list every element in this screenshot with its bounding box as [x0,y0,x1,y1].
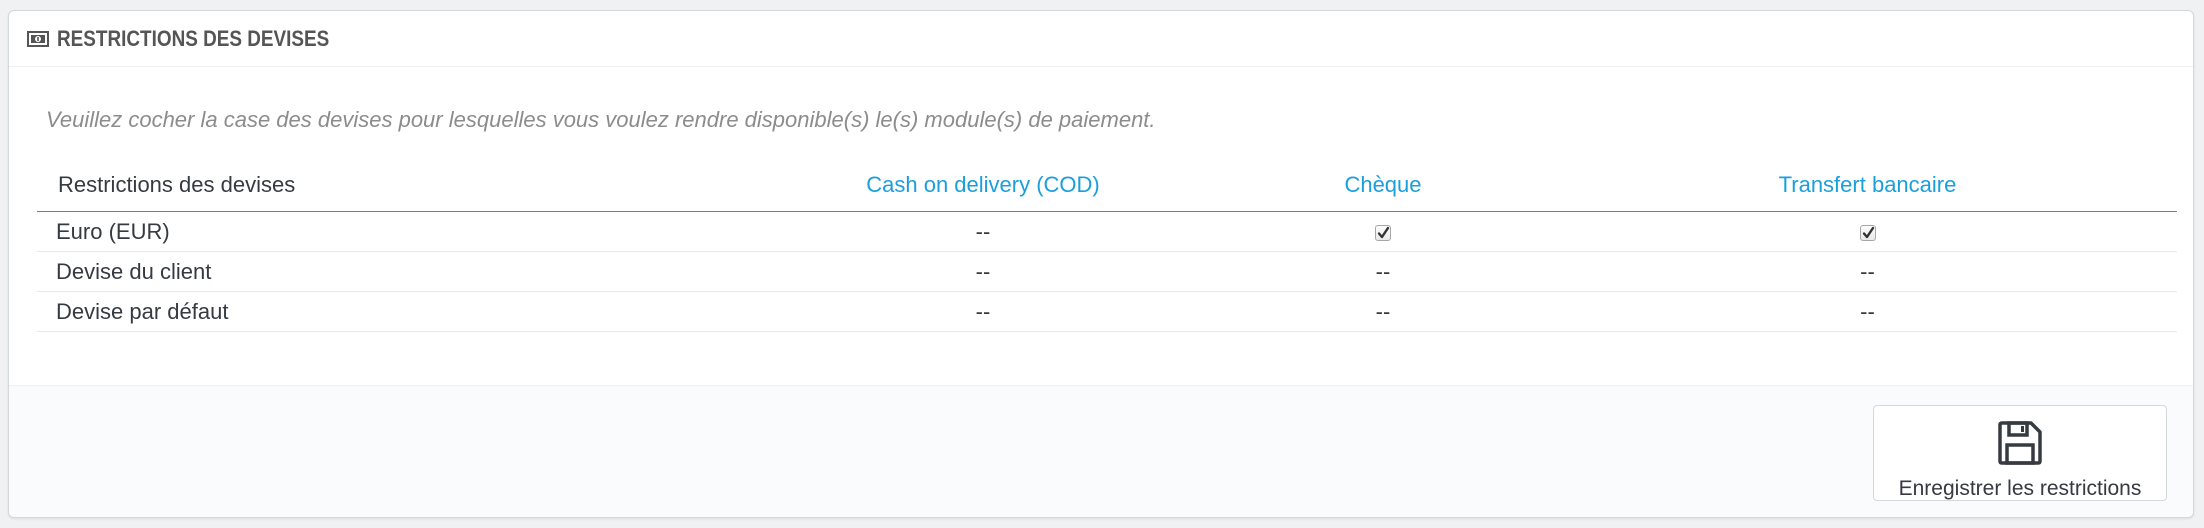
cell-euro-cheque [1208,211,1558,252]
help-text: Veuillez cocher la case des devises pour… [46,107,1156,132]
cell-client-cheque: -- [1208,251,1558,292]
currency-restrictions-panel: RESTRICTIONS DES DEVISES Veuillez cocher… [8,10,2194,518]
table-row: Devise du client -- -- -- [37,251,2177,292]
panel-title: RESTRICTIONS DES DEVISES [57,25,330,51]
restrictions-table: Restrictions des devises Cash on deliver… [37,159,2177,332]
cell-euro-cod: -- [758,211,1208,252]
cell-client-bank-transfer: -- [1558,251,2177,292]
cell-default-cheque: -- [1208,291,1558,332]
column-header-cod[interactable]: Cash on delivery (COD) [758,159,1208,212]
column-header-restrictions: Restrictions des devises [37,159,758,212]
cell-default-bank-transfer: -- [1558,291,2177,332]
save-button-label: Enregistrer les restrictions [1898,477,2142,500]
table-header-row: Restrictions des devises Cash on deliver… [37,159,2177,212]
panel-footer: Enregistrer les restrictions [9,385,2193,517]
row-label-default-currency: Devise par défaut [37,291,758,332]
checkmark-icon [1862,226,1874,238]
cell-euro-bank-transfer [1558,211,2177,252]
cell-default-cod: -- [758,291,1208,332]
checkbox-euro-bank-transfer[interactable] [1859,224,1876,241]
cell-client-cod: -- [758,251,1208,292]
panel-heading: RESTRICTIONS DES DEVISES [9,11,2193,67]
row-label-client-currency: Devise du client [37,251,758,292]
table-row: Devise par défaut -- -- -- [37,291,2177,332]
checkbox-euro-cheque[interactable] [1375,224,1391,241]
save-icon [1997,420,2043,471]
money-icon [25,26,51,52]
row-label-euro: Euro (EUR) [37,211,758,252]
checkmark-icon [1377,226,1390,238]
column-header-cheque[interactable]: Chèque [1208,159,1558,212]
save-restrictions-button[interactable]: Enregistrer les restrictions [1873,405,2167,501]
column-header-bank-transfer[interactable]: Transfert bancaire [1558,159,2177,212]
table-row: Euro (EUR) -- [37,211,2177,252]
